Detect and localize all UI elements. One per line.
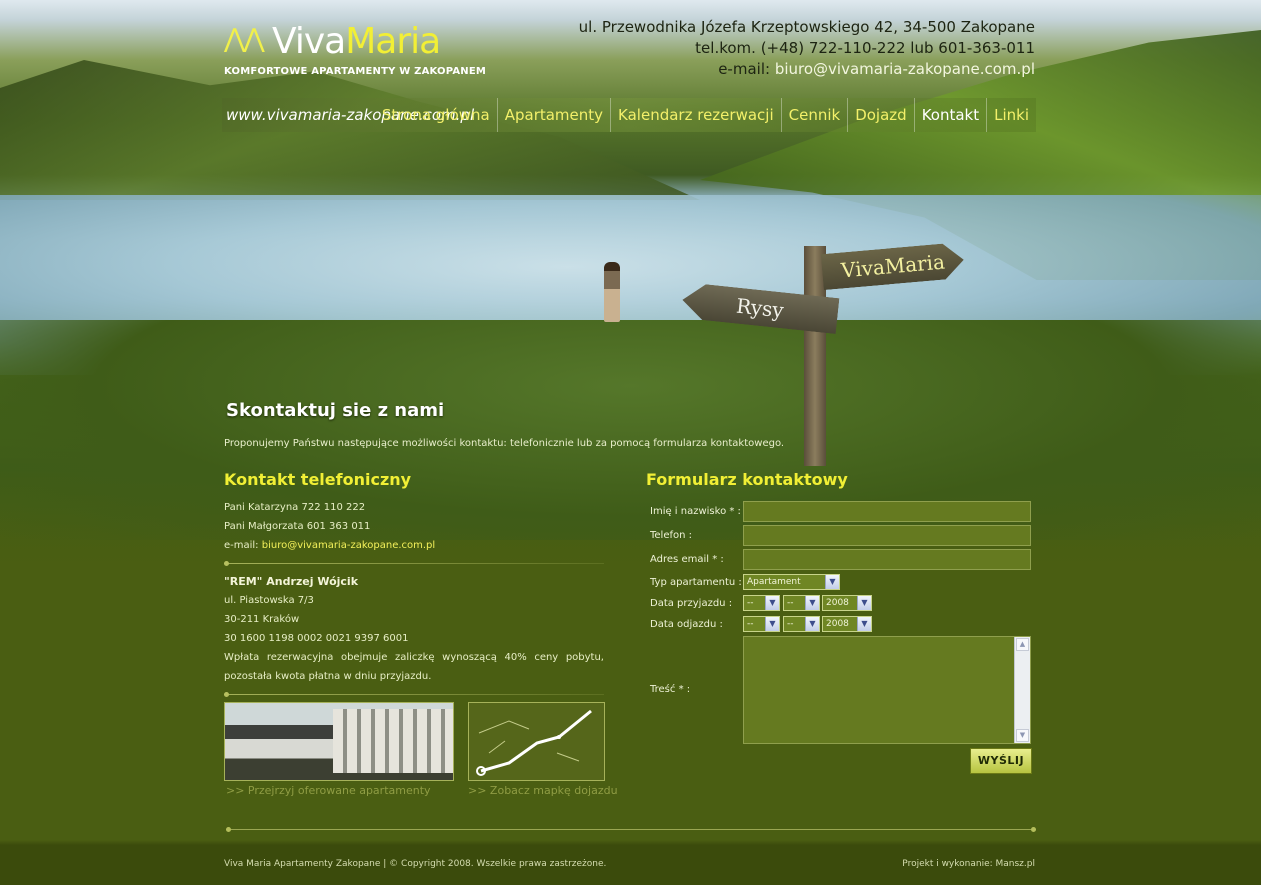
contact-malgorzata: Pani Małgorzata 601 363 011 <box>224 521 371 532</box>
departure-day-value: -- <box>747 619 754 629</box>
building-wing <box>333 709 453 773</box>
email-input[interactable] <box>743 549 1031 570</box>
arrival-day-select[interactable]: -- ▼ <box>743 595 780 611</box>
signpost-pole <box>804 246 826 466</box>
route-map-icon <box>476 709 592 776</box>
logo-wordmark: VivaMaria <box>272 21 441 62</box>
chevron-down-icon: ▼ <box>765 596 779 610</box>
contact-katarzyna: Pani Katarzyna 722 110 222 <box>224 502 366 513</box>
arrival-year-select[interactable]: 2008 ▼ <box>822 595 872 611</box>
main-nav-bar: www.vivamaria-zakopane.com.pl Strona głó… <box>222 98 1036 132</box>
arrival-day-value: -- <box>747 598 754 608</box>
email-label: Adres email * : <box>650 554 724 565</box>
nav-item-pricing[interactable]: Cennik <box>780 98 848 132</box>
company-street: ul. Piastowska 7/3 <box>224 595 314 606</box>
scroll-up-icon[interactable]: ▲ <box>1016 638 1029 651</box>
departure-month-select[interactable]: -- ▼ <box>783 616 820 632</box>
chevron-down-icon: ▼ <box>825 575 839 589</box>
chevron-down-icon: ▼ <box>805 617 819 631</box>
map-thumbnail[interactable] <box>468 702 605 781</box>
message-label: Treść * : <box>650 684 691 695</box>
shrubs-image <box>0 320 1261 540</box>
nav-item-calendar[interactable]: Kalendarz rezerwacji <box>610 98 781 132</box>
contact-email-label: e-mail: <box>224 540 262 551</box>
header-email-link[interactable]: biuro@vivamaria-zakopane.com.pl <box>775 60 1035 78</box>
nav-item-links[interactable]: Linki <box>986 98 1036 132</box>
nav-item-directions[interactable]: Dojazd <box>847 98 913 132</box>
contact-email-link[interactable]: biuro@vivamaria-zakopane.com.pl <box>262 540 435 551</box>
apartment-type-label: Typ apartamentu : <box>650 577 742 588</box>
apartment-type-value: Apartament <box>747 577 801 587</box>
name-input[interactable] <box>743 501 1031 522</box>
arrival-label: Data przyjazdu : <box>650 598 733 609</box>
nav-item-contact[interactable]: Kontakt <box>913 98 986 132</box>
departure-year-select[interactable]: 2008 ▼ <box>822 616 872 632</box>
header-contact: ul. Przewodnika Józefa Krzeptowskiego 42… <box>579 17 1035 80</box>
header-email-label: e-mail: <box>718 60 771 78</box>
deposit-note: Wpłata rezerwacyjna obejmuje zaliczkę wy… <box>224 652 604 682</box>
header-phone: tel.kom. (+48) 722-110-222 lub 601-363-0… <box>695 39 1035 57</box>
departure-year-value: 2008 <box>826 619 849 629</box>
logo-viva: Viva <box>272 21 346 62</box>
departure-label: Data odjazdu : <box>650 619 723 630</box>
bank-account: 30 1600 1198 0002 0021 9397 6001 <box>224 633 409 644</box>
intro-text: Proponujemy Państwu następujące możliwoś… <box>224 438 785 449</box>
phone-input[interactable] <box>743 525 1031 546</box>
contact-form-heading: Formularz kontaktowy <box>646 470 848 489</box>
logo-tagline: KOMFORTOWE APARTAMENTY W ZAKOPANEM <box>224 66 487 77</box>
section-divider <box>224 561 604 566</box>
phone-contact-section: Pani Katarzyna 722 110 222 Pani Małgorza… <box>224 498 604 703</box>
nav-item-home[interactable]: Strona główna <box>375 98 497 132</box>
departure-month-value: -- <box>787 619 794 629</box>
company-name: "REM" Andrzej Wójcik <box>224 575 359 588</box>
header-address: ul. Przewodnika Józefa Krzeptowskiego 42… <box>578 18 1035 36</box>
company-city: 30-211 Kraków <box>224 614 300 625</box>
scroll-down-icon[interactable]: ▼ <box>1016 729 1029 742</box>
logo-maria: Maria <box>345 21 441 62</box>
name-label: Imię i nazwisko * : <box>650 506 741 517</box>
page-title: Skontaktuj sie z nami <box>226 400 445 421</box>
chevron-down-icon: ▼ <box>805 596 819 610</box>
arrival-month-value: -- <box>787 598 794 608</box>
hiker-figure <box>604 262 620 322</box>
arrival-month-select[interactable]: -- ▼ <box>783 595 820 611</box>
chevron-down-icon: ▼ <box>857 596 871 610</box>
chevron-down-icon: ▼ <box>765 617 779 631</box>
logo-mountain-icon: ⋀⋀ <box>224 24 265 54</box>
chevron-down-icon: ▼ <box>857 617 871 631</box>
departure-day-select[interactable]: -- ▼ <box>743 616 780 632</box>
main-nav: Strona główna Apartamenty Kalendarz reze… <box>375 98 1036 132</box>
footer-divider <box>226 827 1036 832</box>
link-browse-apartments[interactable]: >> Przejrzyj oferowane apartamenty <box>226 784 431 797</box>
apartments-thumbnail[interactable] <box>224 702 454 781</box>
nav-item-apartments[interactable]: Apartamenty <box>496 98 610 132</box>
section-divider <box>224 692 604 697</box>
apartment-type-select[interactable]: Apartament ▼ <box>743 574 840 590</box>
link-directions-map[interactable]: >> Zobacz mapkę dojazdu <box>468 784 618 797</box>
footer-copyright: Viva Maria Apartamenty Zakopane | © Copy… <box>224 859 607 869</box>
footer-credits[interactable]: Projekt i wykonanie: Mansz.pl <box>902 859 1035 869</box>
submit-button[interactable]: WYŚLIJ <box>970 748 1032 774</box>
textarea-scrollbar[interactable]: ▲ ▼ <box>1014 637 1030 743</box>
phone-label: Telefon : <box>650 530 693 541</box>
arrival-year-value: 2008 <box>826 598 849 608</box>
message-textarea[interactable]: ▲ ▼ <box>743 636 1031 744</box>
phone-contact-heading: Kontakt telefoniczny <box>224 470 412 489</box>
building-roof <box>225 725 335 739</box>
